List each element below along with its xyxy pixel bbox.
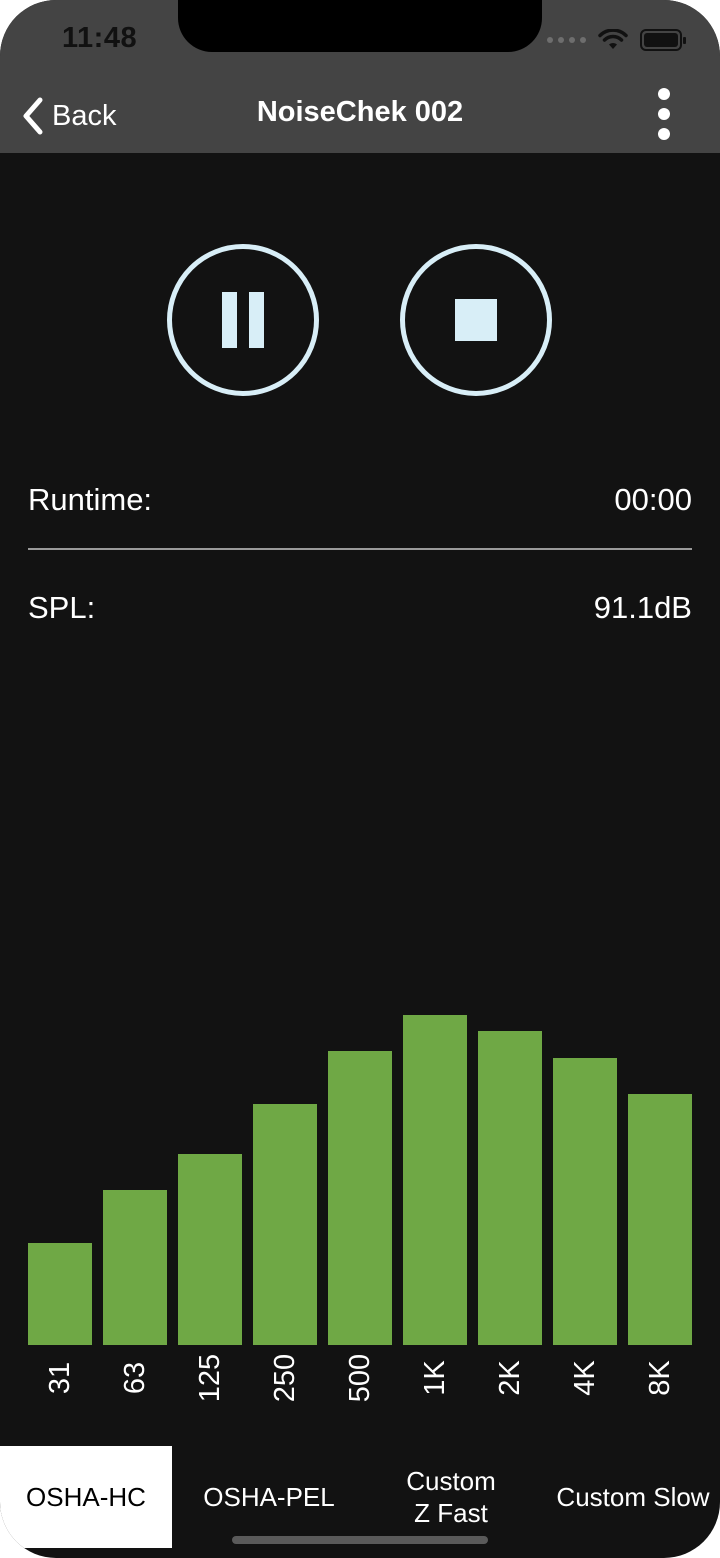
tick-label-1k: 1K: [419, 1360, 451, 1396]
spl-label: SPL:: [28, 590, 96, 625]
stop-button[interactable]: [400, 244, 552, 396]
stop-icon: [455, 299, 497, 341]
tab-label: Custom Slow: [556, 1482, 710, 1512]
home-indicator: [232, 1536, 488, 1544]
pause-icon: [216, 292, 270, 348]
bar-2k: [478, 1031, 542, 1345]
app-screen: 11:48 Back NoiseChek 002 Runtime: 00:00 …: [0, 0, 720, 1558]
page-title: NoiseChek 002: [256, 96, 464, 128]
tab-osha-pel[interactable]: OSHA-PEL: [182, 1446, 356, 1548]
tick-label-31: 31: [44, 1361, 76, 1395]
tick-label-2k: 2K: [494, 1360, 526, 1396]
tick-label-4k: 4K: [569, 1360, 601, 1396]
battery-icon: [640, 29, 686, 51]
bar-31: [28, 1243, 92, 1345]
status-time: 11:48: [62, 22, 138, 54]
bar-125: [178, 1154, 242, 1345]
status-icons: [547, 28, 686, 52]
runtime-label: Runtime:: [28, 482, 153, 517]
bar-1k: [403, 1015, 467, 1345]
pause-button[interactable]: [167, 244, 319, 396]
runtime-row: Runtime: 00:00: [28, 482, 692, 518]
tick-label-63: 63: [119, 1361, 151, 1395]
tab-osha-hc[interactable]: OSHA-HC: [0, 1446, 172, 1548]
bar-63: [103, 1190, 167, 1345]
wifi-icon: [598, 29, 628, 49]
tab-label: Custom: [406, 1466, 496, 1496]
tick-label-250: 250: [269, 1353, 301, 1403]
bar-4k: [553, 1058, 617, 1345]
tab-custom-slow[interactable]: Custom Slow: [546, 1446, 720, 1548]
spl-value: 91.1dB: [593, 590, 692, 625]
bar-250: [253, 1104, 317, 1345]
tick-label-8k: 8K: [644, 1360, 676, 1396]
tab-label: OSHA-PEL: [203, 1482, 335, 1512]
divider: [28, 548, 692, 550]
bar-8k: [628, 1094, 692, 1345]
tab-label-line2: Z Fast: [414, 1498, 488, 1528]
notch: [178, 0, 542, 52]
tab-custom-z-fast[interactable]: Custom Z Fast: [366, 1446, 536, 1548]
bar-500: [328, 1051, 392, 1345]
octave-band-chart: 31 63 125 250 500 1K 2K 4K 8K: [0, 0, 720, 1558]
header: 11:48 Back NoiseChek 002: [0, 0, 720, 153]
tab-label: OSHA-HC: [26, 1482, 146, 1512]
tick-label-500: 500: [344, 1353, 376, 1403]
spl-row: SPL: 91.1dB: [28, 590, 692, 626]
runtime-value: 00:00: [614, 482, 692, 517]
more-vertical-icon[interactable]: [652, 88, 676, 142]
tick-label-125: 125: [194, 1353, 226, 1403]
signal-icon: [547, 37, 586, 43]
